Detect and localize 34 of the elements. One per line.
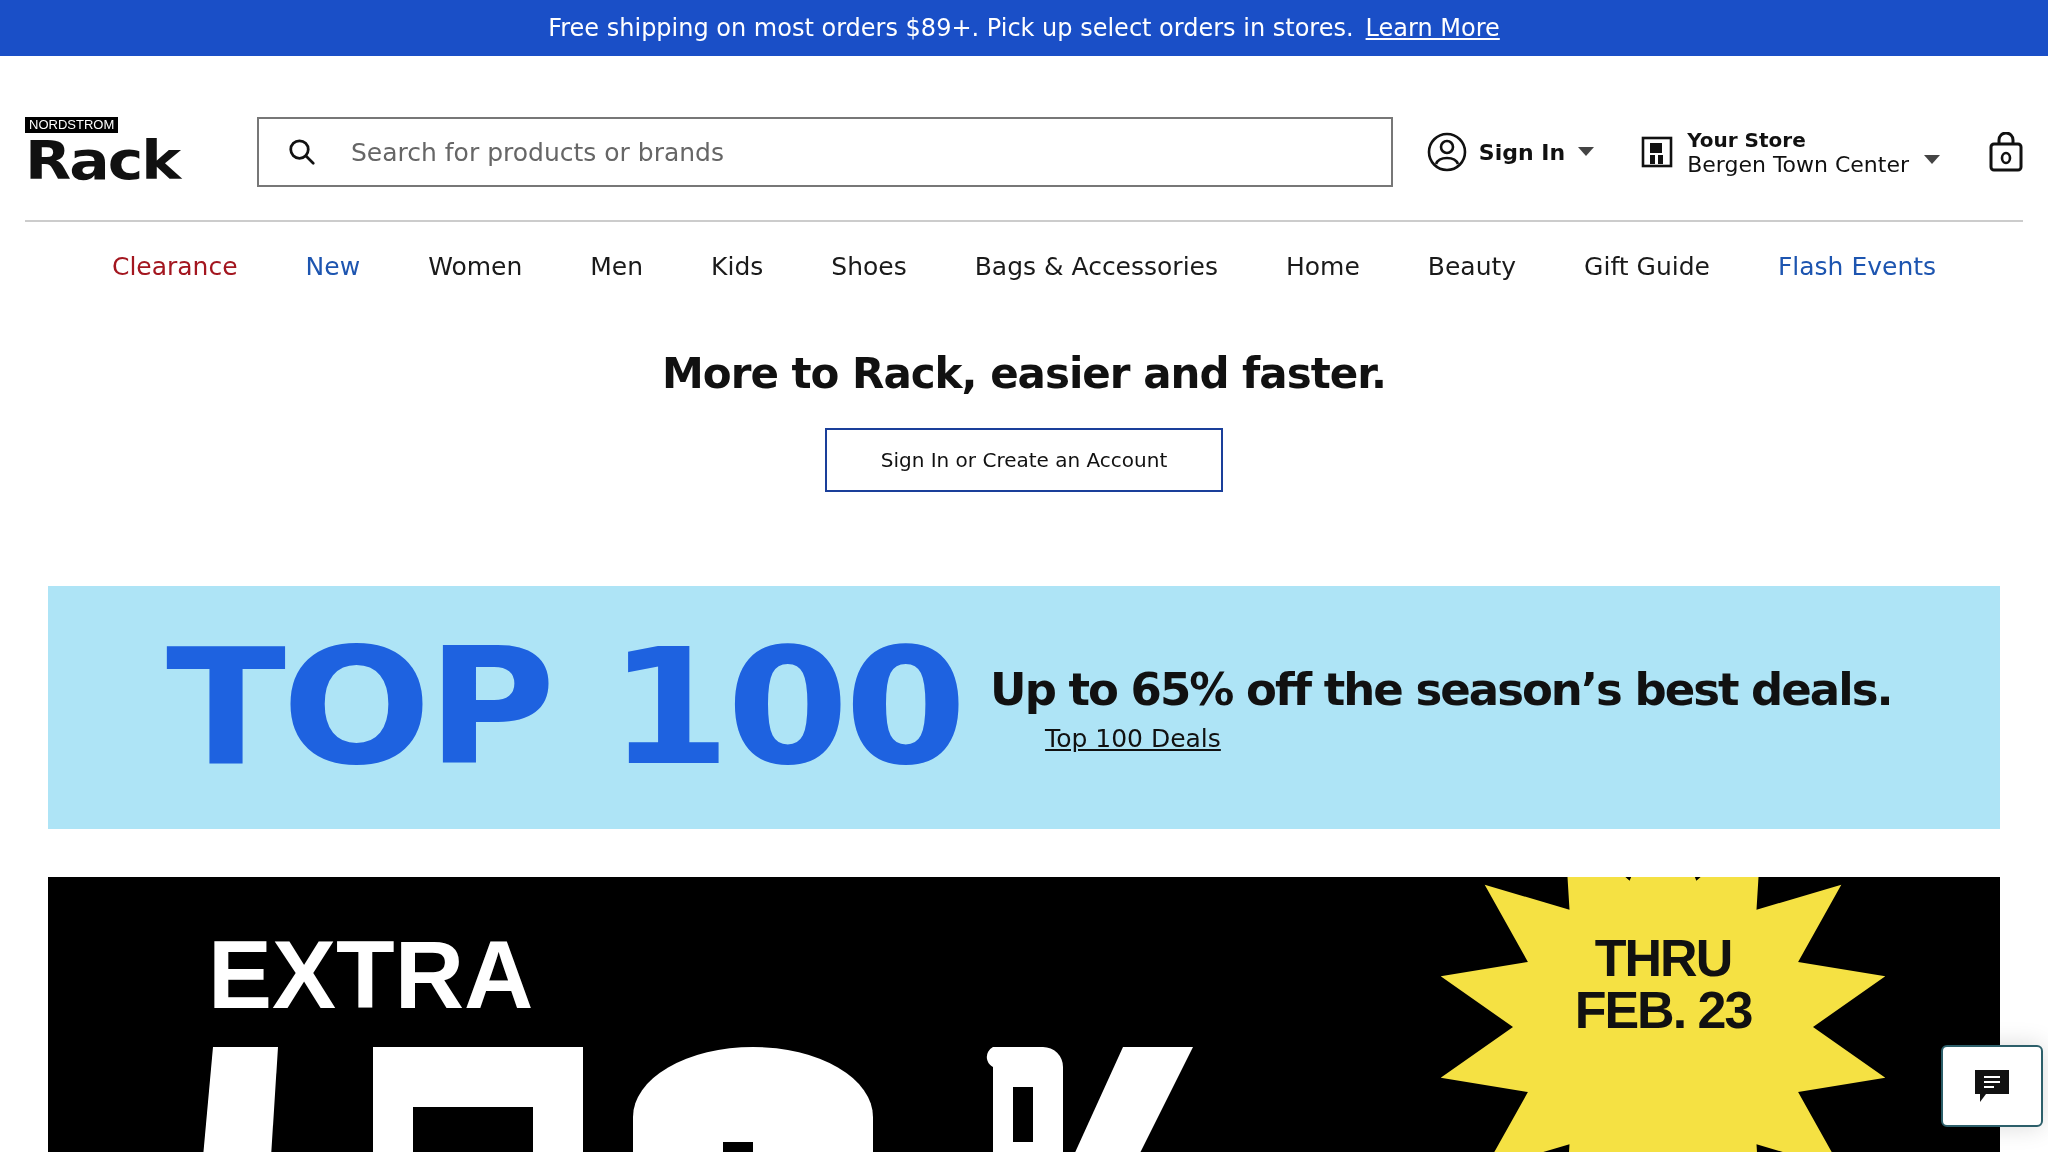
banner-title: TOP 100: [166, 627, 963, 788]
shopping-bag-icon[interactable]: [1989, 132, 2023, 172]
search-icon: [287, 137, 317, 167]
nav-link[interactable]: Clearance: [111, 252, 238, 281]
nav-link[interactable]: Shoes: [831, 252, 907, 281]
caret-icon[interactable]: [1923, 155, 1941, 165]
caret-icon[interactable]: [1577, 147, 1596, 157]
learn-more-link[interactable]: Learn More: [1365, 14, 1500, 42]
nav-link[interactable]: Home: [1286, 252, 1360, 281]
badge-text: THRU: [1594, 932, 1732, 984]
badge-text: FEB. 23: [1574, 984, 1752, 1036]
nav-link[interactable]: Kids: [711, 252, 764, 281]
logo[interactable]: NORDSTROM Rack: [25, 116, 217, 188]
nav-link[interactable]: Gift Guide: [1584, 252, 1710, 281]
banner-subtitle: Up to 65% off the season’s best deals.: [990, 662, 1892, 716]
top-100-deals-link[interactable]: Top 100 Deals: [1045, 723, 1221, 753]
store-title: Your Store: [1687, 127, 1807, 152]
search-field[interactable]: Search for products or brands: [257, 117, 1393, 187]
sign-in-button[interactable]: Sign In or Create an Account: [825, 428, 1223, 492]
nav-link[interactable]: New: [305, 252, 361, 281]
store-icon: [1641, 136, 1674, 168]
user-icon[interactable]: [1426, 132, 1467, 172]
nav-link[interactable]: Bags & Accessories: [974, 252, 1218, 281]
promo-text: Free shipping on most orders $89+. Pick up select orders in stores.: [548, 14, 1354, 42]
sign-in-link[interactable]: Sign In: [1478, 139, 1566, 165]
nav-link[interactable]: Women: [428, 252, 523, 281]
chat-button[interactable]: [1941, 1045, 2043, 1127]
nav-link[interactable]: Men: [590, 252, 644, 281]
nav-link[interactable]: Flash Events: [1777, 252, 1937, 281]
banner-label: EXTRA: [208, 927, 534, 1023]
extra-sale-banner[interactable]: EXTRA THRU FEB. 23: [48, 877, 2000, 1152]
nav-link[interactable]: Beauty: [1427, 252, 1517, 281]
welcome-heading: More to Rack, easier and faster.: [662, 349, 1386, 398]
store-name[interactable]: Bergen Town Center: [1687, 151, 1909, 177]
